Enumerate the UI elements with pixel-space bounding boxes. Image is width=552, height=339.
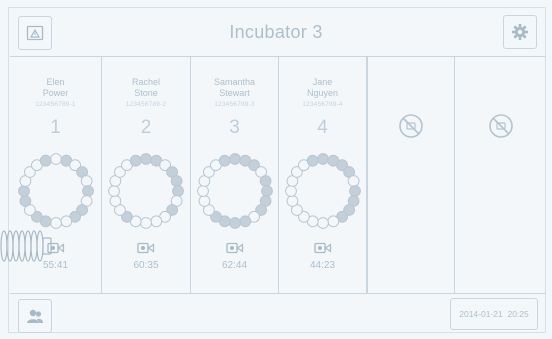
patient-id: 123456789-4 bbox=[302, 101, 343, 108]
patient-id: 123456789-3 bbox=[214, 101, 255, 108]
camera-icon bbox=[137, 242, 155, 254]
spring-graphic bbox=[0, 230, 52, 262]
bay-4[interactable]: Jane Nguyen 123456789-4 4 44:23 bbox=[279, 57, 367, 293]
bay-3[interactable]: Samantha Stewart 123456789-3 3 62:44 bbox=[191, 57, 279, 293]
wheel-slot bbox=[170, 175, 183, 187]
patient-id: 123456789-1 bbox=[35, 101, 76, 108]
patient-id: 123456789-2 bbox=[125, 101, 167, 108]
wheel-slot bbox=[197, 185, 209, 197]
camera-icon bbox=[225, 242, 243, 254]
patient-last-name: Stone bbox=[134, 88, 158, 98]
wheel-slot bbox=[50, 217, 62, 229]
settings-button[interactable] bbox=[503, 15, 537, 49]
wheel-slot bbox=[80, 175, 93, 187]
wheel-slot bbox=[109, 195, 122, 207]
sample-wheel bbox=[197, 153, 273, 229]
wheel-slot bbox=[259, 175, 272, 187]
wheel-slot bbox=[82, 185, 94, 197]
wheel-slot bbox=[19, 195, 32, 207]
elapsed-time: 60:35 bbox=[133, 260, 159, 271]
wheel-slot bbox=[347, 175, 360, 187]
page-title: Incubator 3 bbox=[229, 22, 323, 42]
patient-last-name: Stewart bbox=[219, 88, 250, 98]
wheel-slot bbox=[140, 217, 152, 229]
wheel-slot bbox=[285, 185, 297, 197]
users-button[interactable] bbox=[18, 299, 52, 333]
bay-panel: Elen Power 123456789-1 1 55:41 Rachel St… bbox=[10, 56, 546, 294]
users-icon bbox=[27, 309, 43, 323]
wheel-slot bbox=[140, 153, 152, 165]
wheel-slot bbox=[129, 154, 142, 167]
wheel-slot bbox=[108, 185, 120, 197]
wheel-slot bbox=[327, 215, 340, 228]
patient-last-name: Power bbox=[42, 88, 69, 98]
sample-wheel bbox=[108, 153, 184, 229]
wheel-slot bbox=[239, 215, 252, 228]
elapsed-time: 44:23 bbox=[309, 260, 336, 271]
sample-wheel bbox=[285, 153, 361, 229]
patient-name: Samantha Stewart bbox=[191, 77, 278, 99]
camera-button[interactable] bbox=[279, 241, 366, 259]
date-text: 2014-01-21 bbox=[459, 309, 503, 319]
wheel-slot bbox=[50, 153, 62, 165]
patient-first-name: Rachel bbox=[131, 77, 160, 87]
patient-first-name: Jane bbox=[312, 77, 333, 87]
elapsed-time: 62:44 bbox=[221, 260, 248, 271]
wheel-slot bbox=[229, 153, 241, 165]
gear-icon bbox=[512, 24, 528, 40]
empty-slot-6 bbox=[455, 57, 546, 293]
bay-number: 3 bbox=[229, 117, 240, 138]
wheel-slot bbox=[229, 217, 241, 229]
bay-2[interactable]: Rachel Stone 123456789-2 2 60:35 bbox=[102, 57, 191, 293]
wheel-slot bbox=[317, 153, 329, 165]
datetime-display[interactable]: 2014-01-21 20:25 bbox=[450, 298, 538, 330]
empty-slot-5 bbox=[367, 57, 455, 293]
wheel-slot bbox=[286, 195, 299, 207]
wheel-slot bbox=[198, 195, 211, 207]
patient-name: Jane Nguyen bbox=[279, 77, 366, 99]
wheel-slot bbox=[18, 185, 30, 197]
camera-icon bbox=[313, 242, 331, 254]
wheel-slot bbox=[261, 185, 273, 197]
wheel-slot bbox=[218, 154, 231, 167]
patient-first-name: Elen bbox=[46, 77, 65, 87]
wheel-slot bbox=[150, 215, 163, 228]
camera-button[interactable] bbox=[191, 241, 278, 259]
wheel-slot bbox=[60, 215, 73, 228]
patient-name: Elen Power bbox=[10, 77, 101, 99]
wheel-slot bbox=[172, 185, 184, 197]
patient-name: Rachel Stone bbox=[102, 77, 190, 99]
wheel-slot bbox=[39, 154, 52, 167]
bay-number: 1 bbox=[50, 117, 61, 138]
camera-button[interactable] bbox=[102, 241, 190, 259]
bay-number: 4 bbox=[317, 117, 328, 138]
wheel-slot bbox=[306, 154, 319, 167]
wheel-slot bbox=[349, 185, 361, 197]
bay-number: 2 bbox=[140, 117, 152, 138]
unavailable-icon bbox=[488, 114, 513, 138]
time-text: 20:25 bbox=[507, 309, 529, 319]
patient-last-name: Nguyen bbox=[306, 88, 339, 98]
wheel-slot bbox=[317, 217, 329, 229]
sample-wheel bbox=[18, 153, 94, 229]
patient-first-name: Samantha bbox=[213, 77, 256, 87]
unavailable-icon bbox=[399, 114, 423, 138]
